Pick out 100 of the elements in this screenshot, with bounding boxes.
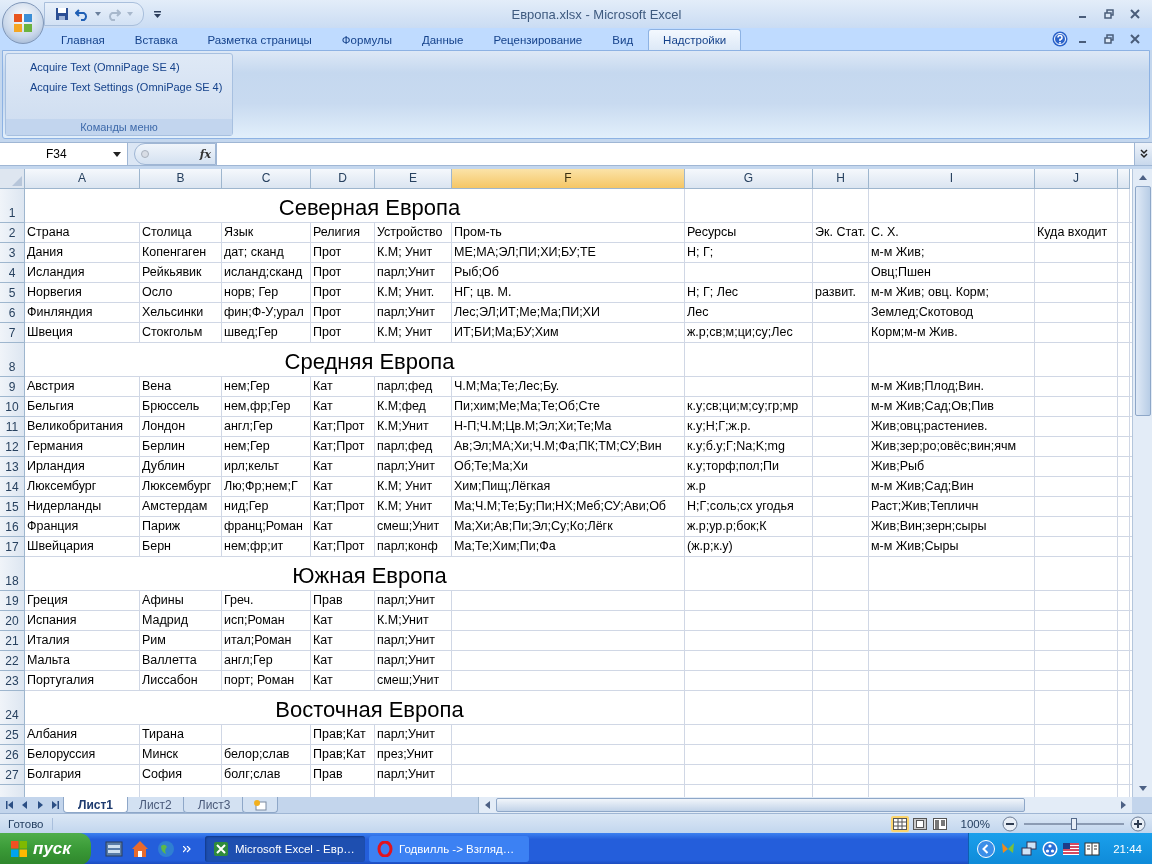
row-header[interactable]: 4 — [0, 263, 25, 283]
close-icon[interactable] — [1130, 9, 1140, 19]
column-header[interactable]: I — [869, 169, 1035, 189]
horizontal-scrollbar[interactable] — [477, 797, 1132, 813]
column-header[interactable]: B — [140, 169, 222, 189]
row-header[interactable]: 16 — [0, 517, 25, 537]
row-header[interactable]: 9 — [0, 377, 25, 397]
row-header[interactable]: 22 — [0, 651, 25, 671]
column-header[interactable]: C — [222, 169, 311, 189]
scroll-down-icon[interactable] — [1138, 786, 1147, 791]
row-header[interactable]: 21 — [0, 631, 25, 651]
ribbon-tab[interactable]: Вид — [597, 29, 649, 50]
table-cell-text: Н;Г;соль;сх угодья — [686, 498, 795, 515]
table-cell-text: Кат — [312, 518, 334, 535]
help-icon[interactable] — [1052, 31, 1068, 47]
sheet-tab[interactable]: Лист1 — [63, 797, 129, 813]
ribbon-tab[interactable]: Главная — [46, 29, 120, 50]
table-cell-text: смеш;Унит — [376, 672, 441, 689]
row-header[interactable]: 10 — [0, 397, 25, 417]
row-header[interactable]: 27 — [0, 765, 25, 785]
close-icon[interactable] — [1130, 34, 1140, 44]
ribbon-command[interactable]: Acquire Text Settings (OmniPage SE 4) — [26, 79, 227, 95]
scroll-thumb[interactable] — [1134, 186, 1151, 416]
row-header[interactable]: 17 — [0, 537, 25, 557]
ribbon-tab[interactable]: Формулы — [326, 29, 407, 50]
zoom-level[interactable]: 100% — [954, 817, 996, 830]
column-header[interactable]: F — [452, 169, 685, 189]
name-box[interactable]: F34 — [0, 143, 128, 165]
customize-caret-icon[interactable] — [154, 10, 161, 18]
save-icon[interactable] — [55, 7, 69, 21]
table-cell-text: Кат;Прот — [312, 438, 366, 455]
ribbon-tab[interactable]: Разметка страницы — [192, 29, 327, 50]
scroll-thumb[interactable] — [495, 798, 1025, 812]
column-header[interactable]: A — [25, 169, 140, 189]
restore-icon[interactable] — [1104, 9, 1114, 19]
row-header[interactable]: 15 — [0, 497, 25, 517]
ribbon-tab[interactable]: Рецензирование — [478, 29, 598, 50]
app-launcher-icon[interactable] — [104, 840, 123, 858]
start-button[interactable]: пуск — [0, 833, 91, 864]
column-header[interactable]: G — [685, 169, 813, 189]
row-header[interactable]: 13 — [0, 457, 25, 477]
table-cell-text: Копенгаген — [141, 244, 208, 261]
zoom-slider-thumb[interactable] — [1071, 817, 1077, 830]
table-cell-text: дат; сканд — [223, 244, 285, 261]
book-icon[interactable] — [1084, 842, 1101, 856]
scroll-up-icon[interactable] — [1138, 175, 1147, 180]
row-header[interactable]: 14 — [0, 477, 25, 497]
undo-icon[interactable] — [75, 7, 89, 21]
row-header[interactable]: 5 — [0, 283, 25, 303]
column-header[interactable]: H — [813, 169, 869, 189]
row-header[interactable]: 18 — [0, 557, 25, 591]
taskbar-button[interactable]: Годвилль -> Взгляд… — [368, 836, 529, 862]
caret-icon[interactable] — [113, 151, 121, 157]
zoom-in-icon[interactable] — [1130, 815, 1146, 832]
next-sheet-icon[interactable] — [36, 801, 44, 809]
row-header[interactable]: 25 — [0, 725, 25, 745]
ribbon-command[interactable]: Acquire Text (OmniPage SE 4) — [26, 59, 184, 75]
insert-function-button[interactable]: fx — [199, 147, 211, 161]
row-header[interactable]: 6 — [0, 303, 25, 323]
taskbar-button[interactable]: Microsoft Excel - Евр… — [204, 836, 365, 862]
row-header[interactable]: 3 — [0, 243, 25, 263]
table-cell-text: Кат — [312, 378, 334, 395]
restore-icon[interactable] — [1104, 34, 1114, 44]
table-cell-text: Землед;Скотовод — [870, 304, 975, 321]
last-sheet-icon[interactable] — [51, 801, 59, 809]
row-header[interactable]: 2 — [0, 223, 25, 243]
zoom-out-icon[interactable] — [1002, 815, 1018, 832]
row-header[interactable]: 7 — [0, 323, 25, 343]
expand-formula-button[interactable] — [1134, 143, 1152, 165]
ribbon-tab[interactable]: Данные — [406, 29, 479, 50]
scroll-left-icon[interactable] — [484, 801, 490, 809]
ribbon-tab[interactable]: Вставка — [119, 29, 193, 50]
network-icon[interactable] — [1021, 841, 1038, 857]
circles-icon[interactable] — [1042, 841, 1059, 857]
table-cell-text: Столица — [141, 224, 193, 241]
column-header[interactable]: E — [375, 169, 452, 189]
home-icon[interactable] — [130, 840, 149, 858]
row-header[interactable]: 1 — [0, 189, 25, 223]
row-header[interactable]: 19 — [0, 591, 25, 611]
row-header[interactable]: 12 — [0, 437, 25, 457]
previous-sheet-icon[interactable] — [21, 801, 29, 809]
row-header[interactable]: 23 — [0, 671, 25, 691]
scroll-right-icon[interactable] — [1121, 801, 1126, 809]
row-header[interactable]: 8 — [0, 343, 25, 377]
column-header[interactable]: D — [311, 169, 375, 189]
column-header[interactable]: J — [1035, 169, 1118, 189]
row-header[interactable]: 24 — [0, 691, 25, 725]
flag-icon[interactable] — [1063, 843, 1080, 855]
table-cell-text: Португалия — [26, 672, 95, 689]
table-cell-text: м-м Жив;Сад;Вин — [870, 478, 975, 495]
first-sheet-icon[interactable] — [6, 801, 14, 809]
vertical-scrollbar[interactable] — [1132, 169, 1152, 797]
table-cell-text: Прав — [312, 766, 344, 783]
ribbon-tab[interactable]: Надстройки — [648, 29, 742, 50]
formula-input[interactable] — [216, 143, 1134, 165]
chevron-icon[interactable] — [182, 845, 191, 853]
row-header[interactable]: 11 — [0, 417, 25, 437]
double-chevron-icon[interactable] — [1139, 149, 1148, 159]
row-header[interactable]: 20 — [0, 611, 25, 631]
row-header[interactable]: 26 — [0, 745, 25, 765]
